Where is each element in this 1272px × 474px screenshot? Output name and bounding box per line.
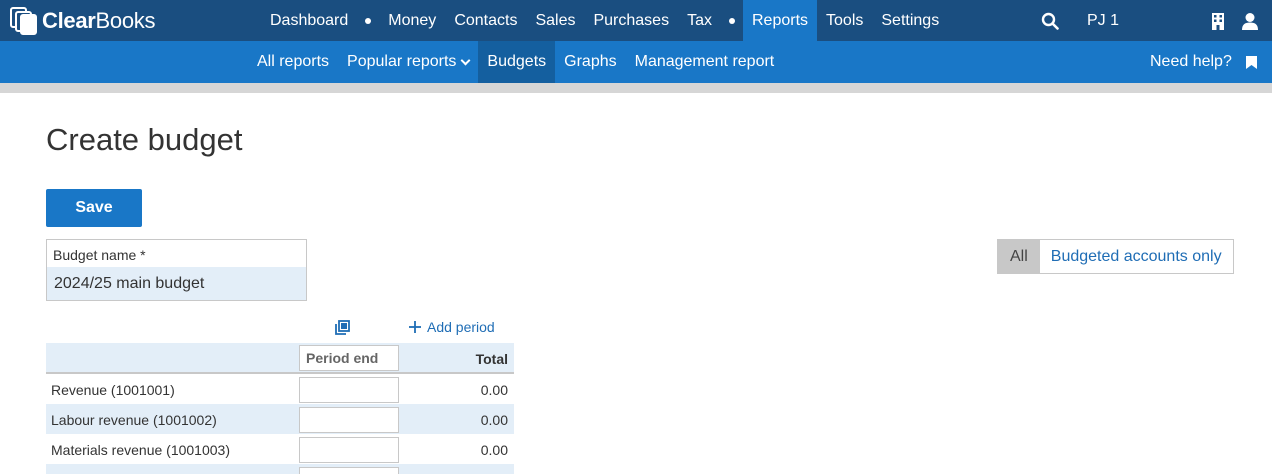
bookmark-icon[interactable] [1246, 56, 1257, 69]
user-account-label[interactable]: PJ 1 [1087, 0, 1119, 41]
filter-budgeted-accounts-button[interactable]: Budgeted accounts only [1039, 240, 1233, 273]
search-icon[interactable] [1041, 12, 1059, 30]
budget-name-input[interactable] [47, 267, 306, 300]
header-divider [0, 83, 1272, 93]
subnav-item-popular-reports[interactable]: Popular reports [338, 41, 478, 83]
row-total: 0.00 [480, 412, 508, 428]
nav-separator-dot [365, 17, 372, 24]
nav-item-purchases[interactable]: Purchases [584, 0, 678, 41]
total-column-header: Total [475, 351, 508, 367]
subnav-item-graphs[interactable]: Graphs [555, 41, 625, 83]
table-row: Revenue (1001001) 0.00 [46, 374, 514, 404]
budget-table: Total Revenue (1001001) 0.00 Labour reve… [46, 343, 514, 474]
budget-amount-input[interactable] [299, 377, 399, 403]
copy-icon[interactable] [335, 320, 350, 335]
need-help-link[interactable]: Need help? [1150, 41, 1232, 83]
table-header: Total [46, 343, 514, 374]
budget-amount-input[interactable] [299, 467, 399, 474]
row-total: 0.00 [480, 442, 508, 458]
period-end-input[interactable] [299, 345, 399, 371]
nav-item-sales[interactable]: Sales [526, 0, 584, 41]
user-profile-icon[interactable] [1241, 12, 1259, 30]
logo-icon [10, 7, 38, 35]
logo-text: ClearBooks [42, 8, 156, 33]
account-name: Labour revenue (1001002) [51, 412, 217, 428]
subnav-item-label: Management report [634, 53, 775, 70]
account-name: Materials revenue (1001003) [51, 442, 230, 458]
nav-item-contacts[interactable]: Contacts [445, 0, 526, 41]
chevron-down-icon [460, 55, 471, 65]
building-icon[interactable] [1211, 12, 1225, 30]
subnav-item-label: Graphs [564, 53, 617, 70]
clearbooks-logo[interactable]: ClearBooks [10, 6, 156, 36]
sub-navigation-bar: All reports Popular reports Budgets Grap… [0, 41, 1272, 83]
reports-subnav: All reports Popular reports Budgets Grap… [248, 41, 783, 83]
subnav-item-management-report[interactable]: Management report [626, 41, 784, 83]
budget-amount-input[interactable] [299, 437, 399, 463]
nav-item-dashboard[interactable]: Dashboard [261, 0, 357, 41]
table-row: Materials revenue (1001003) 0.00 [46, 434, 514, 464]
table-row: Labour revenue (1001002) 0.00 [46, 404, 514, 434]
add-period-button[interactable]: Add period [408, 319, 495, 335]
plus-icon [409, 321, 421, 333]
subnav-item-label: Budgets [487, 53, 547, 70]
main-nav: Dashboard Money Contacts Sales Purchases… [261, 0, 948, 41]
budget-name-field-group: Budget name * [46, 239, 307, 301]
account-name: Revenue (1001001) [51, 382, 175, 398]
nav-item-settings[interactable]: Settings [872, 0, 948, 41]
subnav-item-label: Popular reports [347, 53, 457, 70]
add-period-label: Add period [427, 319, 495, 335]
page-title: Create budget [46, 122, 243, 157]
table-row-partial [46, 464, 514, 474]
row-total: 0.00 [480, 382, 508, 398]
budget-name-label: Budget name * [53, 247, 146, 263]
save-button[interactable]: Save [46, 189, 142, 227]
nav-item-tax[interactable]: Tax [678, 0, 721, 41]
nav-item-money[interactable]: Money [379, 0, 445, 41]
subnav-item-budgets[interactable]: Budgets [478, 41, 556, 83]
nav-separator-dot [728, 17, 735, 24]
subnav-item-label: All reports [257, 53, 330, 70]
nav-item-tools[interactable]: Tools [817, 0, 872, 41]
filter-all-button[interactable]: All [998, 240, 1040, 273]
top-navigation-bar: ClearBooks Dashboard Money Contacts Sale… [0, 0, 1272, 41]
subnav-item-all-reports[interactable]: All reports [248, 41, 338, 83]
account-filter-toggle: All Budgeted accounts only [997, 239, 1234, 274]
budget-amount-input[interactable] [299, 407, 399, 433]
nav-item-reports[interactable]: Reports [742, 0, 818, 41]
